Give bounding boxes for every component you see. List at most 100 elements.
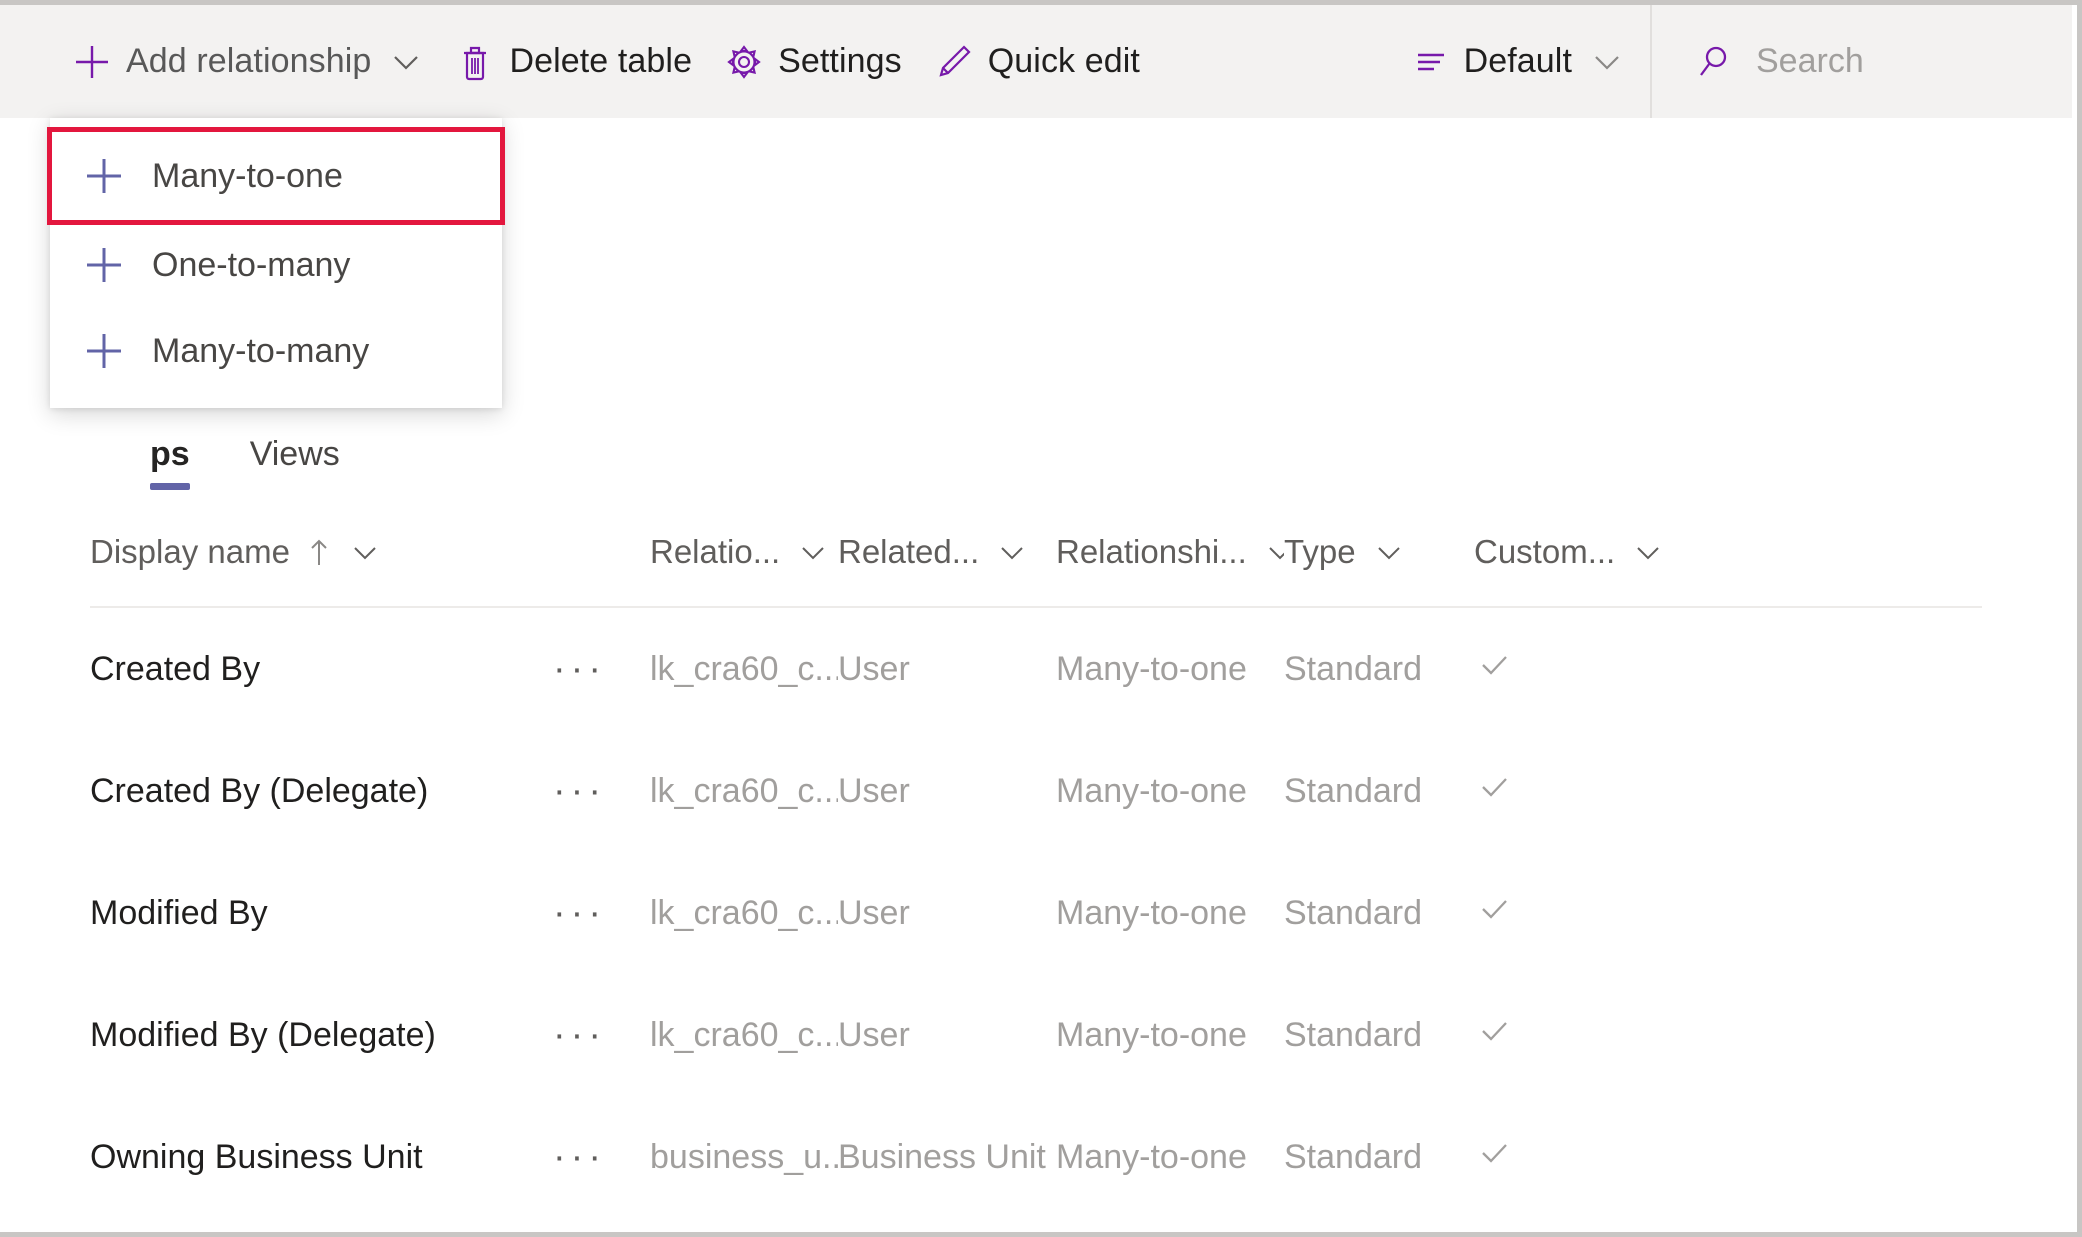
table-row[interactable]: Created By ··· lk_cra60_c... User Many-to-on… [90,608,1982,730]
add-relationship-menu: Many-to-one One-to-many Many-to-many [47,118,505,408]
tab-relationships[interactable]: ps [120,435,220,490]
cell-customizable [1474,767,1664,816]
cell-type: Standard [1284,771,1422,810]
chevron-down-icon[interactable] [1374,537,1404,567]
cell-display-name: Owning Business Unit ··· [90,1138,650,1177]
chevron-down-icon[interactable] [1633,537,1663,567]
menu-item-one-to-many[interactable]: One-to-many [50,222,502,308]
column-header-type[interactable]: Type [1284,533,1474,571]
menu-item-many-to-many[interactable]: Many-to-many [50,308,502,394]
cell-relationship-name: lk_cra60_c... [650,1015,838,1054]
table-row[interactable]: Created By (Delegate) ··· lk_cra60_c... Use… [90,730,1982,852]
column-header-type-label: Type [1284,533,1356,570]
search-input[interactable]: Search [1658,5,2072,118]
row-display-name: Modified By (Delegate) [90,1015,436,1054]
command-bar: Add relationship Delete table Settings Q… [0,5,2072,118]
cell-relationship-name: lk_cra60_c... [650,771,838,810]
cell-relationship-type: Many-to-one [1056,893,1247,932]
column-header-display-name[interactable]: Display name [90,533,650,571]
chevron-down-icon[interactable] [350,537,380,567]
cell-related-table: Business Unit [838,1137,1046,1176]
menu-item-many-to-one[interactable]: Many-to-one [47,127,505,225]
settings-label: Settings [778,42,902,80]
menu-item-one-to-many-label: One-to-many [152,245,351,284]
column-header-relationship-type[interactable]: Relationshi... [1056,533,1284,571]
plus-icon [78,150,130,202]
table-row[interactable]: Owning Business Unit ··· business_u... Busi… [90,1096,1982,1218]
chevron-down-icon[interactable] [389,45,423,79]
row-more-options-button[interactable]: ··· [553,650,640,688]
column-header-customizable-label: Custom... [1474,533,1616,570]
row-display-name: Modified By [90,893,268,932]
table-row[interactable]: Owning Team···team_cra6...TeamMany-to-on… [90,1218,1982,1232]
cell-display-name: Modified By (Delegate) ··· [90,1016,650,1055]
plus-icon [78,325,130,377]
cell-customizable [1474,645,1664,694]
quick-edit-label: Quick edit [987,42,1140,80]
quick-edit-button[interactable]: Quick edit [918,5,1156,118]
cell-relationship-name: business_u... [650,1137,838,1176]
checkmark-icon [1474,767,1514,816]
app-window: Add relationship Delete table Settings Q… [0,0,2082,1237]
row-display-name: Owning Business Unit [90,1137,423,1176]
chevron-down-icon[interactable] [1265,537,1284,567]
add-relationship-label: Add relationship [126,42,372,80]
menu-item-many-to-many-label: Many-to-many [152,331,370,370]
cell-customizable [1474,889,1664,938]
add-relationship-button[interactable]: Add relationship [56,5,439,118]
plus-icon [72,42,112,82]
delete-table-button[interactable]: Delete table [439,5,708,118]
column-header-customizable[interactable]: Custom... [1474,533,1664,571]
list-view-icon [1410,42,1450,82]
search-icon [1694,42,1734,82]
chevron-down-icon[interactable] [1590,45,1624,79]
search-placeholder: Search [1756,42,1864,80]
cell-display-name: Created By (Delegate) ··· [90,772,650,811]
checkmark-icon [1474,645,1514,694]
menu-item-many-to-one-label: Many-to-one [152,156,343,195]
cell-display-name: Created By ··· [90,650,650,689]
gear-icon [724,42,764,82]
cell-type: Standard [1284,1137,1422,1176]
settings-button[interactable]: Settings [708,5,918,118]
checkmark-icon [1474,1133,1514,1182]
row-more-options-button[interactable]: ··· [553,772,640,810]
table-row[interactable]: Modified By (Delegate) ··· lk_cra60_c... Us… [90,974,1982,1096]
column-header-relationship-name[interactable]: Relatio... [650,533,838,571]
cell-relationship-type: Many-to-one [1056,1015,1247,1054]
chevron-down-icon[interactable] [798,537,828,567]
tab-views[interactable]: Views [220,435,370,490]
chevron-down-icon[interactable] [997,537,1027,567]
tab-list: ps Views [120,418,370,490]
grid-header-row: Display name Relatio... Related... Relat… [90,498,1982,608]
cell-related-table: User [838,649,910,688]
cell-customizable [1474,1011,1664,1060]
row-display-name: Created By [90,649,261,688]
row-more-options-button[interactable]: ··· [553,1138,640,1176]
row-more-options-button[interactable]: ··· [553,894,640,932]
trash-icon [455,42,495,82]
tab-views-label: Views [249,435,340,473]
table-row[interactable]: Modified By ··· lk_cra60_c... User Many-to-o… [90,852,1982,974]
view-selector-label: Default [1463,42,1572,80]
cell-type: Standard [1284,893,1422,932]
plus-icon [78,239,130,291]
column-header-relationship-name-label: Relatio... [650,533,781,570]
cell-related-table: User [838,771,910,810]
cell-related-table: User [838,1015,910,1054]
row-display-name: Created By (Delegate) [90,771,429,810]
column-header-related-table-label: Related... [838,533,980,570]
cell-relationship-type: Many-to-one [1056,649,1247,688]
sort-ascending-icon [306,536,332,568]
cell-type: Standard [1284,1015,1422,1054]
cell-customizable [1474,1133,1664,1182]
checkmark-icon [1474,1011,1514,1060]
row-more-options-button[interactable]: ··· [553,1016,640,1054]
cell-relationship-type: Many-to-one [1056,1137,1247,1176]
cell-relationship-name: lk_cra60_c... [650,893,838,932]
view-selector-button[interactable]: Default [1394,5,1640,118]
column-header-related-table[interactable]: Related... [838,533,1056,571]
cell-type: Standard [1284,649,1422,688]
tab-relationships-label: ps [150,435,190,473]
column-header-relationship-type-label: Relationshi... [1056,533,1247,570]
